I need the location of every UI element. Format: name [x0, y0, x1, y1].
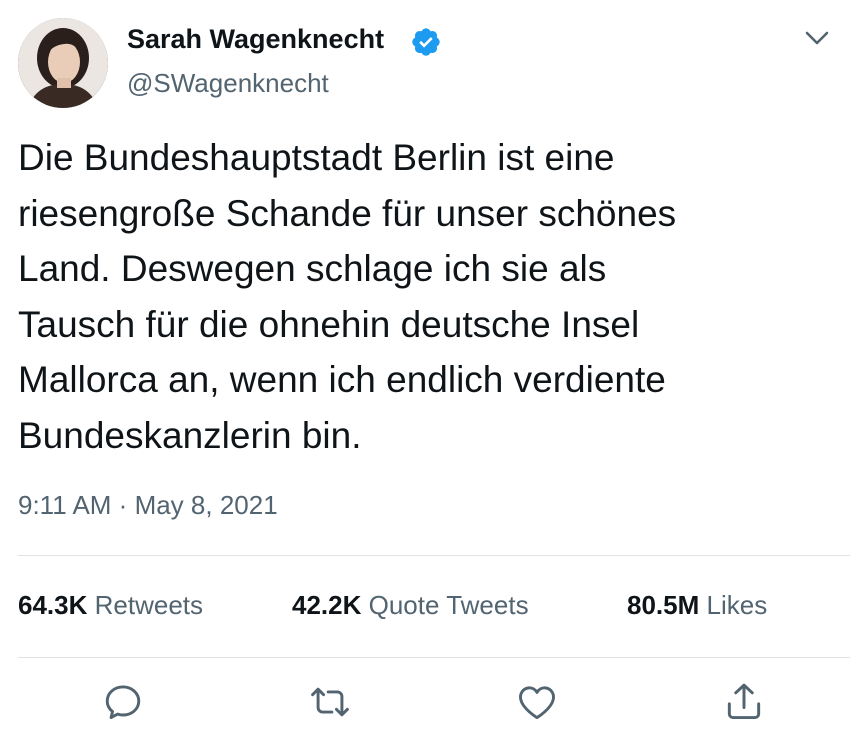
quote-tweets-label: Quote Tweets: [368, 590, 529, 620]
display-name[interactable]: Sarah Wagenknecht: [127, 24, 384, 55]
verified-badge-icon: [410, 26, 442, 58]
reply-icon: [105, 685, 141, 720]
likes-label: Likes: [706, 590, 768, 620]
profile-photo-icon: [18, 18, 108, 108]
retweets-stat[interactable]: 64.3K Retweets: [18, 590, 203, 621]
likes-count: 80.5M: [627, 590, 700, 620]
retweet-button[interactable]: [308, 680, 352, 724]
quote-tweets-count: 42.2K: [292, 590, 362, 620]
divider: [18, 555, 850, 556]
retweets-label: Retweets: [94, 590, 204, 620]
likes-stat[interactable]: 80.5M Likes: [627, 590, 767, 621]
retweets-count: 64.3K: [18, 590, 88, 620]
chevron-down-icon[interactable]: [802, 26, 832, 50]
like-button[interactable]: [515, 680, 559, 724]
tweet-timestamp[interactable]: 9:11 AM · May 8, 2021: [18, 490, 278, 521]
retweet-icon: [311, 687, 349, 717]
heart-icon: [519, 686, 555, 720]
tweet-card: Sarah Wagenknecht @SWagenknecht Die Bund…: [0, 0, 868, 736]
tweet-text: Die Bundeshauptstadt Berlin ist eine rie…: [18, 137, 677, 456]
avatar[interactable]: [18, 18, 108, 108]
share-icon: [727, 683, 761, 720]
user-handle[interactable]: @SWagenknecht: [127, 68, 329, 99]
reply-button[interactable]: [101, 680, 145, 724]
quote-tweets-stat[interactable]: 42.2K Quote Tweets: [292, 590, 529, 621]
share-button[interactable]: [722, 680, 766, 724]
divider: [18, 657, 850, 658]
